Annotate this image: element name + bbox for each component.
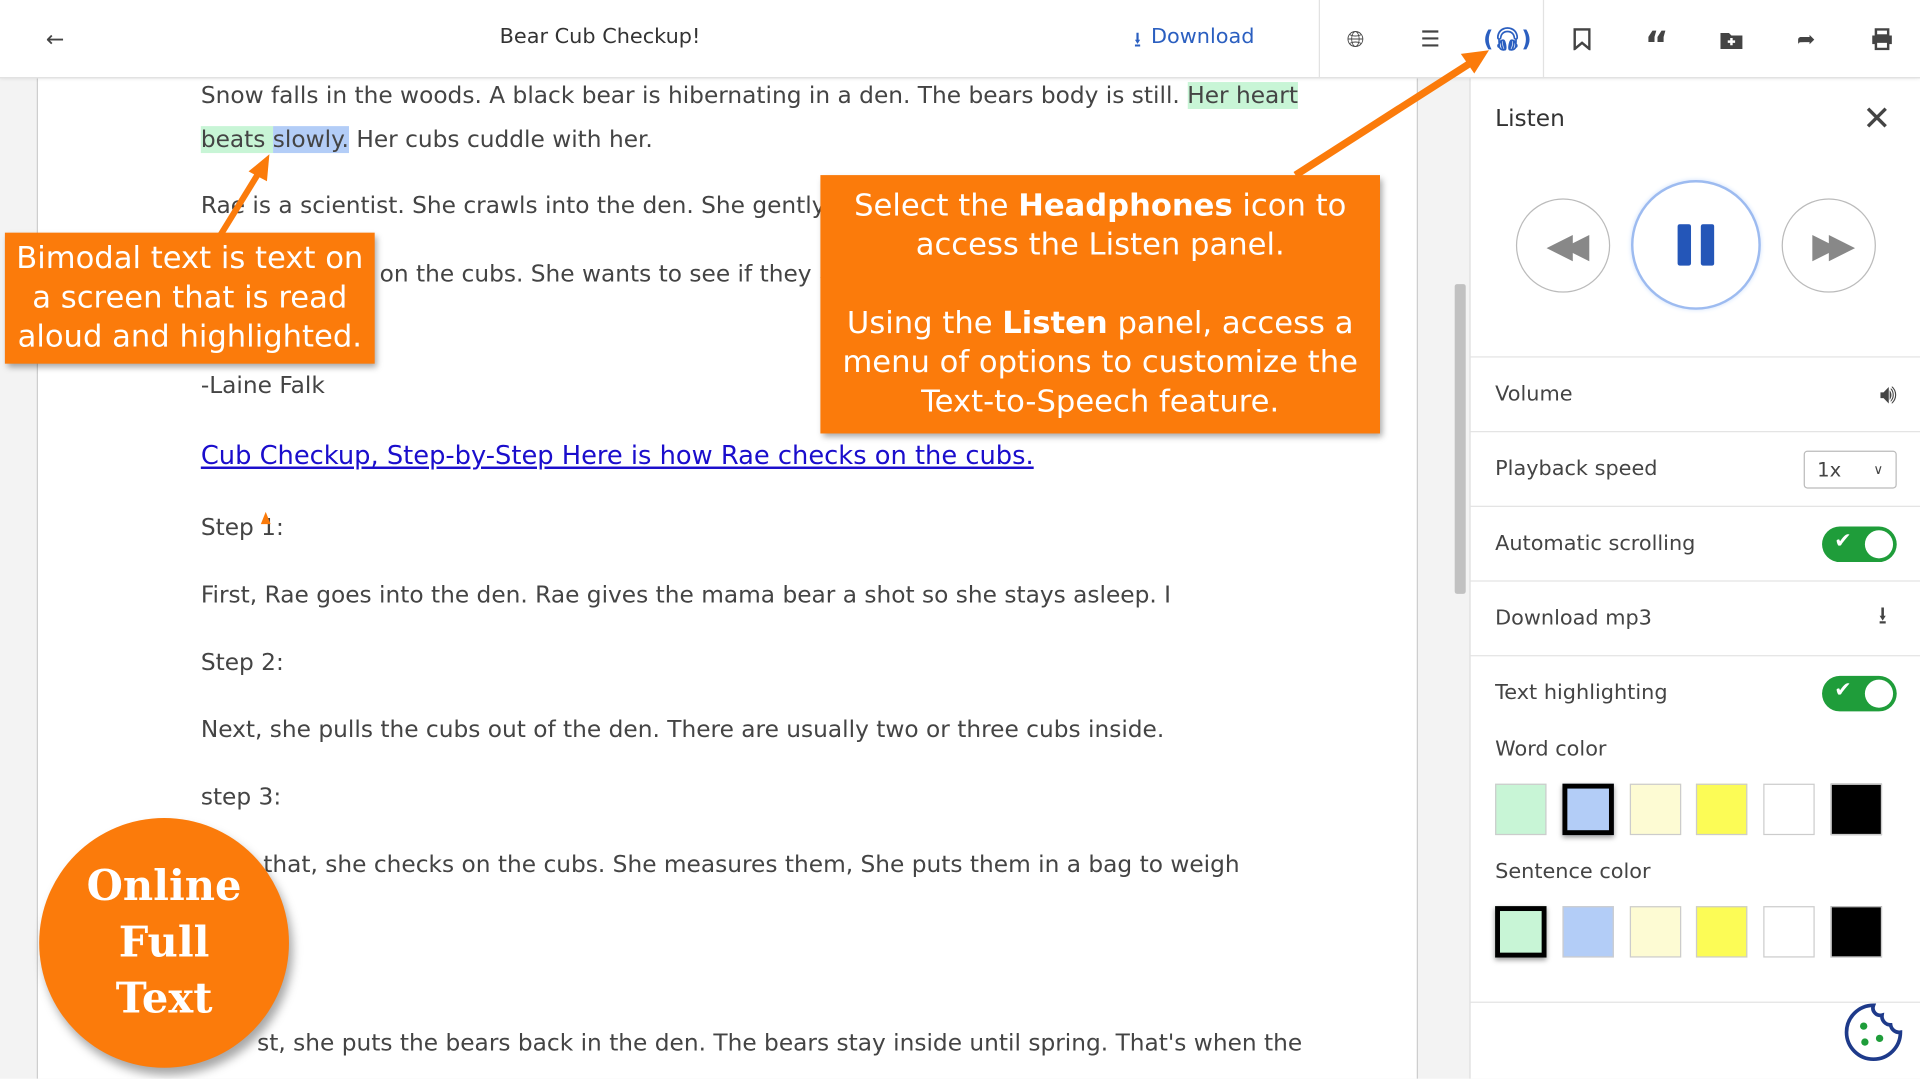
word-color-swatch[interactable] [1763, 783, 1815, 836]
download-icon: ⭳ [1133, 28, 1142, 53]
word-color-swatch[interactable] [1562, 783, 1614, 836]
automatic-scrolling-row: Automatic scrolling ✔ [1470, 505, 1920, 581]
back-arrow-icon[interactable]: ← [38, 22, 72, 56]
sentence-color-swatch[interactable] [1629, 906, 1681, 958]
step-3-heading: step 3: [200, 783, 282, 811]
step-2-text: Next, she pulls the cubs out of the den.… [200, 716, 1165, 744]
paragraph-2-line-2: on the cubs. She wants to see if they ar [379, 260, 843, 288]
automatic-scrolling-toggle[interactable]: ✔ [1822, 525, 1897, 562]
divider [1318, 0, 1321, 79]
cookie-icon[interactable] [1843, 1002, 1904, 1068]
text-highlighting-row: Text highlighting ✔ [1470, 655, 1920, 730]
word-color-label: Word color [1495, 737, 1607, 762]
download-icon[interactable]: ⭳ [1878, 598, 1887, 640]
word-color-swatch[interactable] [1696, 783, 1748, 836]
step-1-text: First, Rae goes into the den. Rae gives … [200, 581, 1172, 609]
share-icon[interactable]: ➦ [1789, 22, 1823, 56]
playback-speed-select[interactable]: 1x ∨ [1803, 450, 1897, 488]
step-1-heading: Step 1: [200, 514, 284, 542]
playback-speed-row: Playback speed 1x ∨ [1470, 431, 1920, 506]
skip-forward-icon: ▶▶ [1812, 225, 1855, 266]
check-icon: ✔ [1834, 528, 1852, 553]
section-link[interactable]: Cub Checkup, Step-by-Step Here is how Ra… [201, 440, 1034, 472]
check-icon: ✔ [1834, 677, 1852, 703]
pause-icon [1677, 224, 1715, 266]
paragraph-2-line-1: Rae is a scientist. She crawls into the … [200, 192, 857, 220]
download-label: Download [1150, 24, 1255, 49]
sentence-color-swatch[interactable] [1562, 906, 1614, 958]
word-color-swatch[interactable] [1629, 783, 1681, 836]
paragraph-1-line-1: Snow falls in the woods. A black bear is… [200, 82, 1298, 109]
listen-panel: Listen ✕ ◀◀ ▶▶ Volume 🔊︎ Playback speed 1… [1469, 78, 1920, 1079]
previous-button[interactable]: ◀◀ [1515, 198, 1611, 293]
word-color-swatch[interactable] [1830, 783, 1883, 836]
last-step-text: st, she puts the bears back in the den. … [257, 1029, 1303, 1057]
speaker-icon[interactable]: 🔊︎ [1880, 379, 1897, 410]
text-highlighting-toggle[interactable]: ✔ [1822, 675, 1897, 711]
skip-back-icon: ◀◀ [1546, 225, 1589, 266]
online-full-text-badge: Online Full Text [39, 817, 289, 1068]
sentence-color-swatch[interactable] [1696, 906, 1748, 958]
step-2-heading: Step 2: [200, 648, 284, 676]
word-highlight: slowly. [272, 126, 349, 154]
sentence-color-swatch[interactable] [1495, 906, 1547, 958]
reader-app: ← Bear Cub Checkup! ⭳ Download 🌐︎ ☰ (🎧︎)… [0, 0, 1920, 1079]
callout-listen-panel: Select the Headphones icon to access the… [820, 175, 1381, 434]
download-button[interactable]: ⭳ Download [1134, 24, 1255, 60]
print-icon[interactable] [1865, 22, 1899, 56]
pause-button[interactable] [1631, 180, 1761, 310]
bookmark-icon[interactable] [1565, 22, 1599, 56]
divider [1542, 0, 1545, 79]
scrollbar-thumb[interactable] [1454, 284, 1466, 594]
sentence-color-label: Sentence color [1495, 859, 1651, 885]
headphones-icon[interactable]: (🎧︎) [1483, 22, 1531, 56]
listen-panel-title: Listen [1495, 105, 1565, 133]
sentence-color-swatch[interactable] [1763, 906, 1815, 958]
paragraph-1-line-2: beats slowly. Her cubs cuddle with her. [200, 126, 653, 154]
volume-row[interactable]: Volume 🔊︎ [1470, 356, 1920, 431]
list-icon[interactable]: ☰ [1413, 22, 1447, 56]
word-color-swatch[interactable] [1495, 783, 1547, 836]
cub-checkup-link[interactable]: Cub Checkup, Step-by-Step Here is how Ra… [201, 441, 1034, 470]
quote-icon[interactable]: “ [1640, 22, 1674, 67]
download-mp3-row[interactable]: Download mp3 ⭳ [1470, 580, 1920, 655]
author: -Laine Falk [200, 372, 325, 400]
sentence-highlight: beats [200, 126, 273, 154]
sentence-highlight: Her heart [1187, 82, 1298, 109]
sentence-color-swatch[interactable] [1830, 906, 1883, 958]
close-icon[interactable]: ✕ [1862, 98, 1891, 138]
step-3-text: that, she checks on the cubs. She measur… [263, 851, 1240, 878]
callout-bimodal-text: Bimodal text is text on a screen that is… [4, 232, 375, 364]
top-toolbar: ← Bear Cub Checkup! ⭳ Download 🌐︎ ☰ (🎧︎)… [0, 0, 1920, 79]
next-button[interactable]: ▶▶ [1781, 198, 1876, 293]
folder-plus-icon[interactable] [1714, 22, 1748, 56]
page-title: Bear Cub Checkup! [499, 24, 701, 49]
globe-icon[interactable]: 🌐︎ [1338, 22, 1372, 56]
chevron-down-icon: ∨ [1873, 461, 1884, 477]
